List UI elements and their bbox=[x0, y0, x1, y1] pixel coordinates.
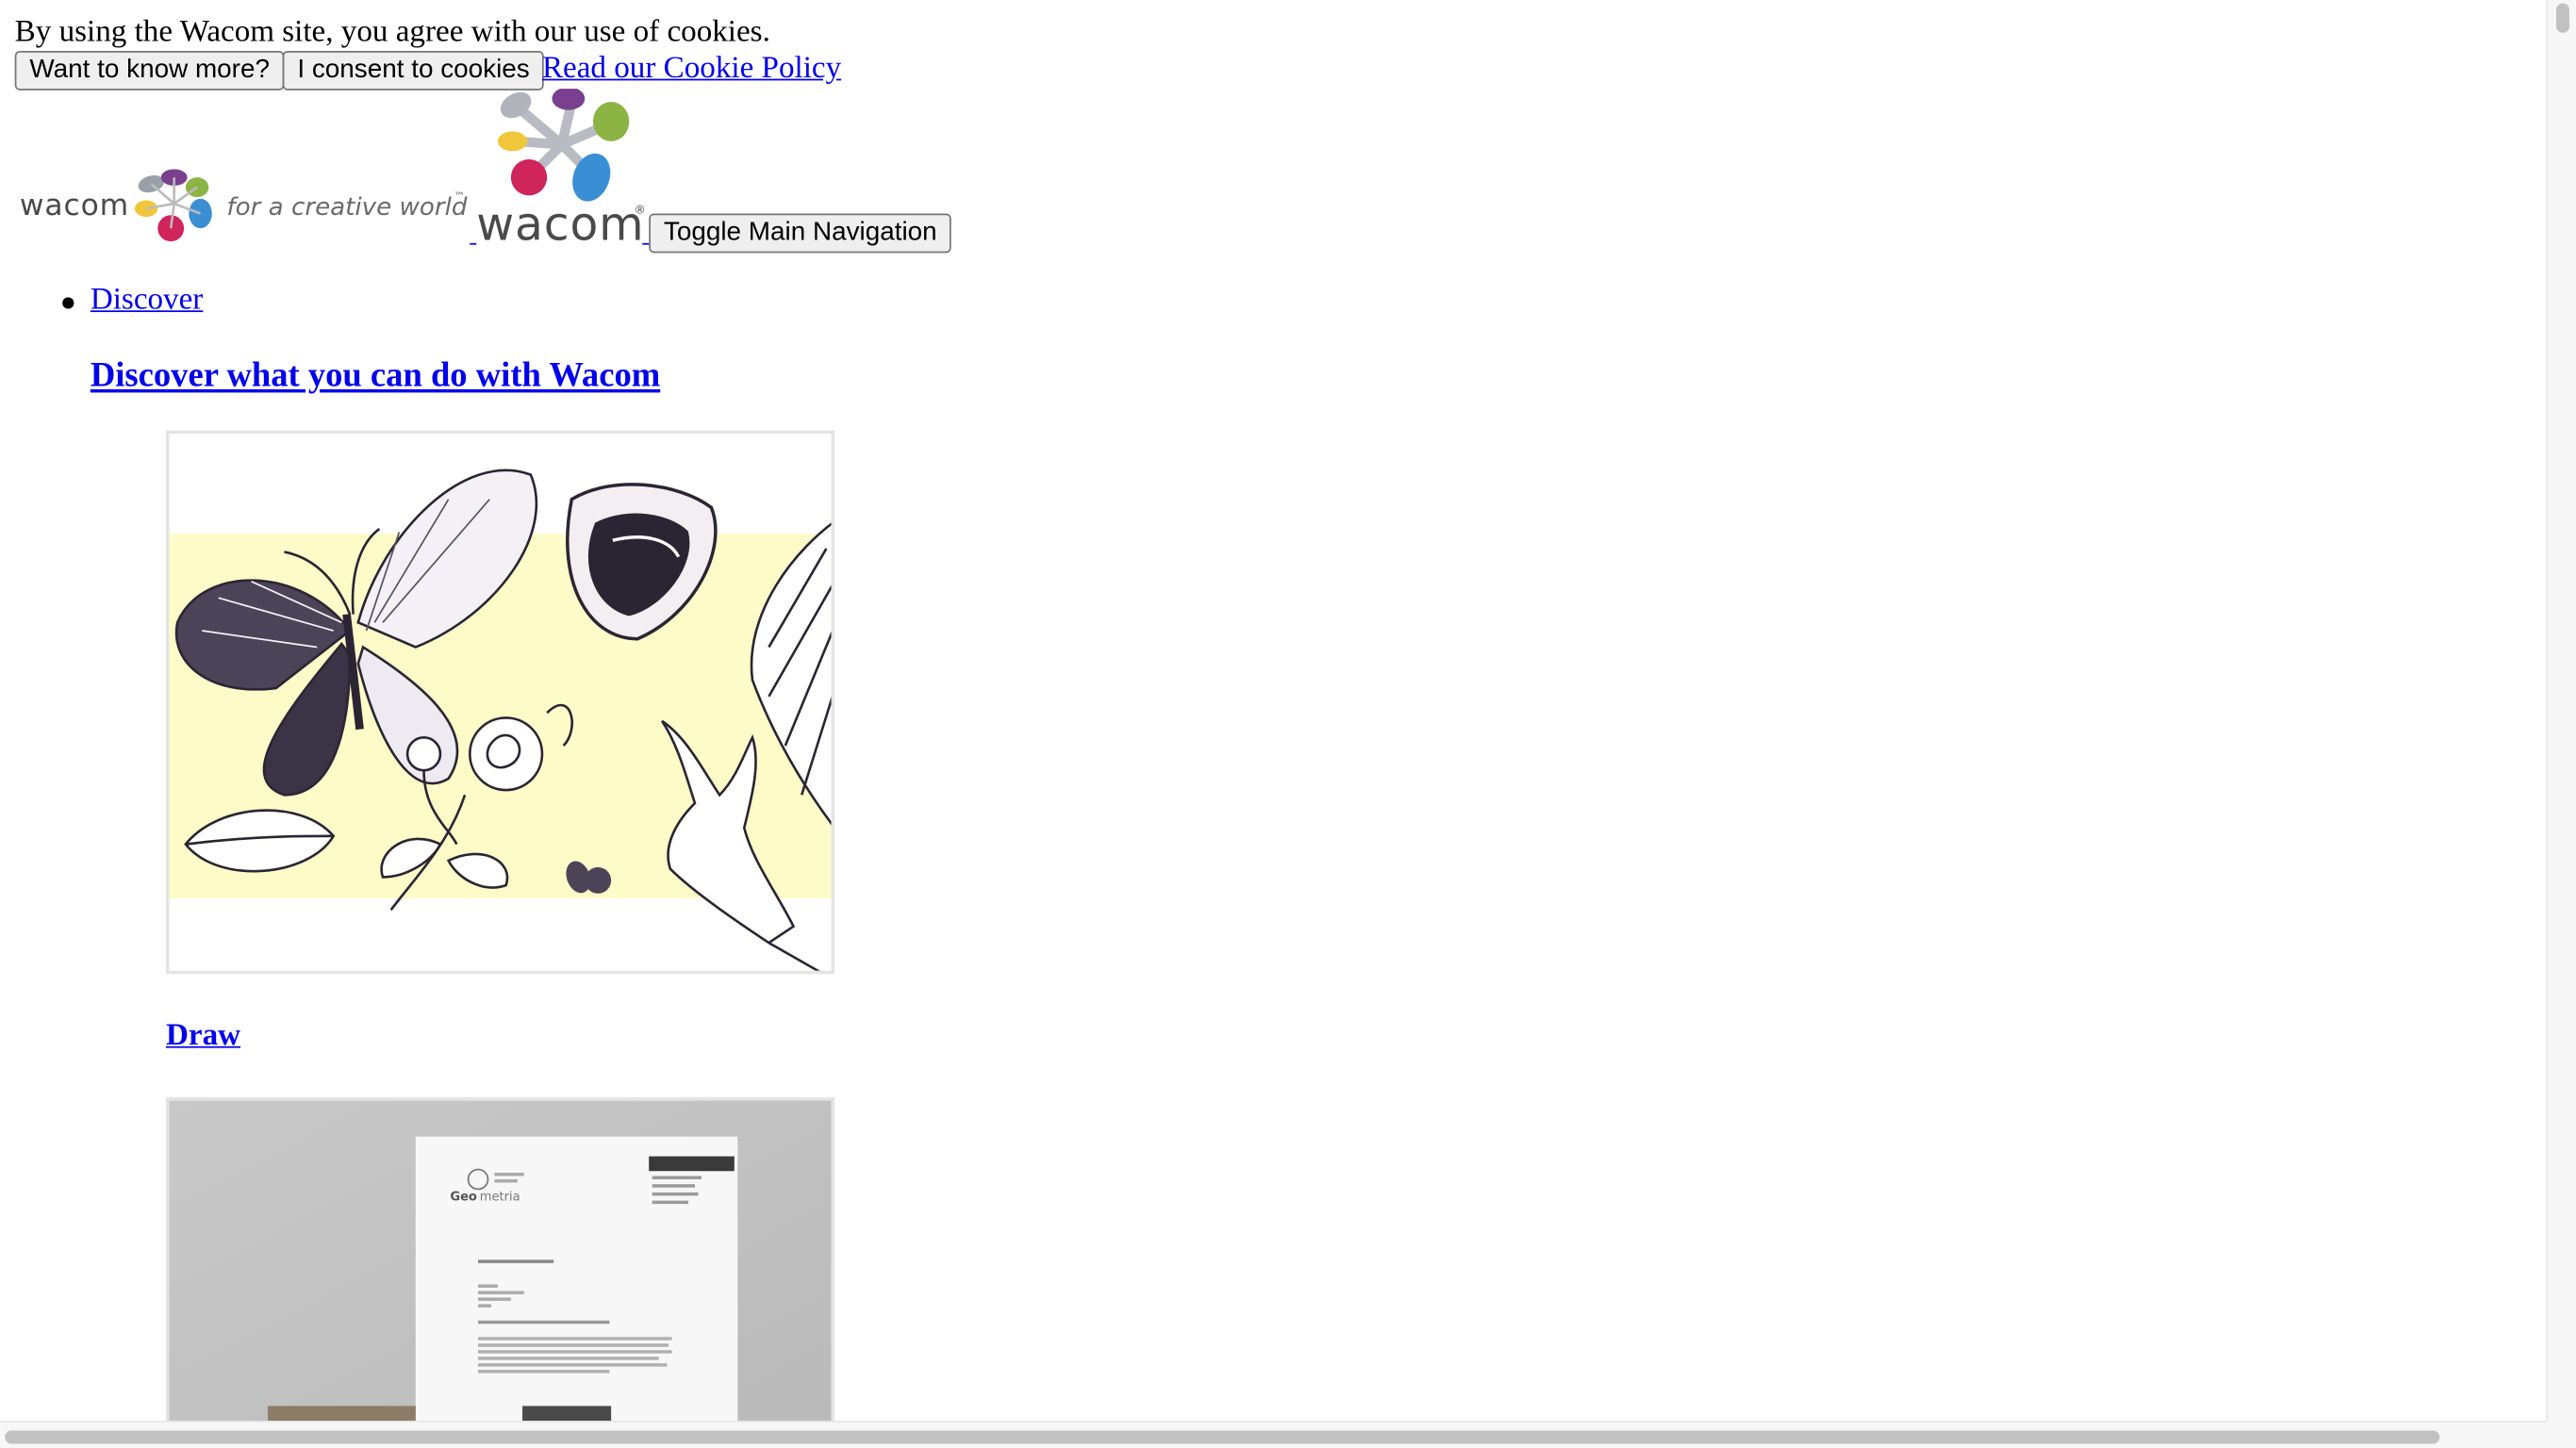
discover-heading-link[interactable]: Discover what you can do with Wacom bbox=[91, 354, 660, 396]
toggle-main-navigation-button[interactable]: Toggle Main Navigation bbox=[649, 213, 952, 254]
cookie-policy-link[interactable]: Read our Cookie Policy bbox=[542, 51, 841, 87]
letterhead-mockup-icon: Geo metria bbox=[169, 1100, 832, 1422]
wacom-brand-logo[interactable]: wacom ® bbox=[473, 87, 648, 251]
browser-viewport: By using the Wacom site, you agree with … bbox=[0, 0, 2576, 1448]
vertical-scroll-thumb[interactable] bbox=[2556, 3, 2569, 33]
design-card-image[interactable]: Geo metria bbox=[165, 1096, 835, 1422]
svg-text:metria: metria bbox=[480, 1191, 520, 1205]
wacom-logo-icon: wacom ® bbox=[476, 87, 646, 251]
vertical-scrollbar[interactable] bbox=[2546, 0, 2576, 1422]
want-to-know-more-button[interactable]: Want to know more? bbox=[14, 51, 285, 90]
draw-card-title[interactable]: Draw bbox=[166, 1018, 240, 1054]
svg-text:Geo: Geo bbox=[450, 1191, 477, 1205]
horizontal-scrollbar[interactable] bbox=[0, 1421, 2576, 1448]
svg-text:®: ® bbox=[635, 203, 646, 216]
svg-text:wacom: wacom bbox=[20, 189, 129, 222]
scrollbar-corner bbox=[2546, 1421, 2576, 1448]
horizontal-scroll-thumb[interactable] bbox=[5, 1430, 2440, 1444]
svg-text:™: ™ bbox=[454, 190, 465, 204]
list-bullet bbox=[62, 297, 74, 309]
svg-text:wacom: wacom bbox=[476, 197, 644, 249]
logo-link-underline bbox=[642, 242, 650, 245]
page-content: By using the Wacom site, you agree with … bbox=[0, 0, 2547, 1422]
wacom-for-a-creative-world-icon: wacom for a creative world ™ bbox=[20, 169, 468, 242]
draw-card-image[interactable] bbox=[165, 430, 835, 975]
consent-cookies-button[interactable]: I consent to cookies bbox=[282, 51, 545, 90]
cookie-message: By using the Wacom site, you agree with … bbox=[14, 14, 770, 50]
sketch-illustration-icon bbox=[169, 433, 832, 971]
nav-item-discover[interactable]: Discover bbox=[91, 283, 204, 319]
svg-text:for a creative world: for a creative world bbox=[226, 193, 467, 222]
wacom-tagline-logo[interactable]: wacom for a creative world ™ bbox=[16, 164, 476, 250]
